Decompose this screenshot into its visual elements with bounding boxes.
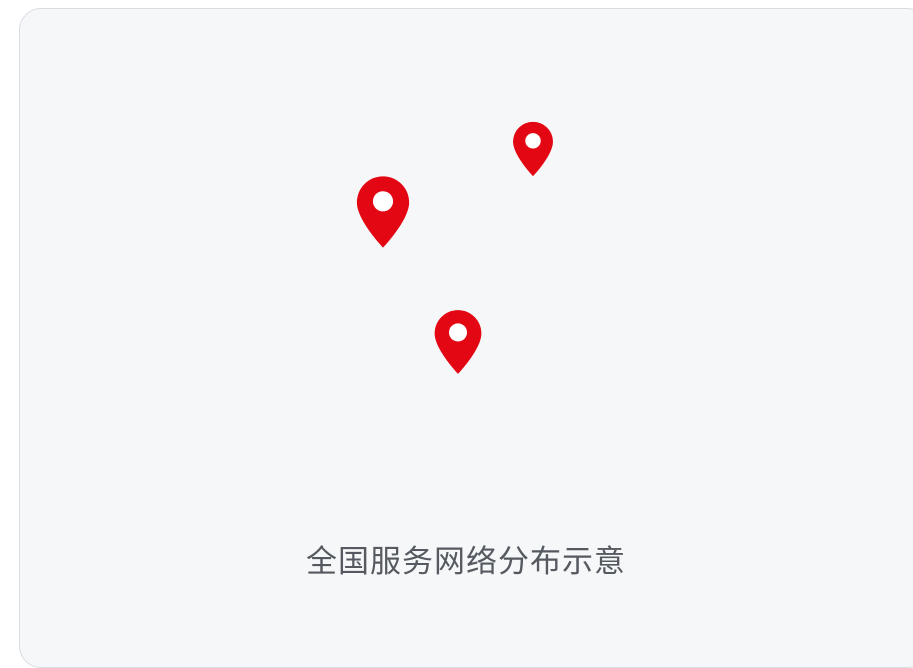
map-pin-icon (353, 174, 413, 250)
network-caption: 全国服务网络分布示意 (306, 544, 626, 580)
map-pin-icon (431, 308, 485, 376)
map-pin-icon (510, 120, 556, 178)
